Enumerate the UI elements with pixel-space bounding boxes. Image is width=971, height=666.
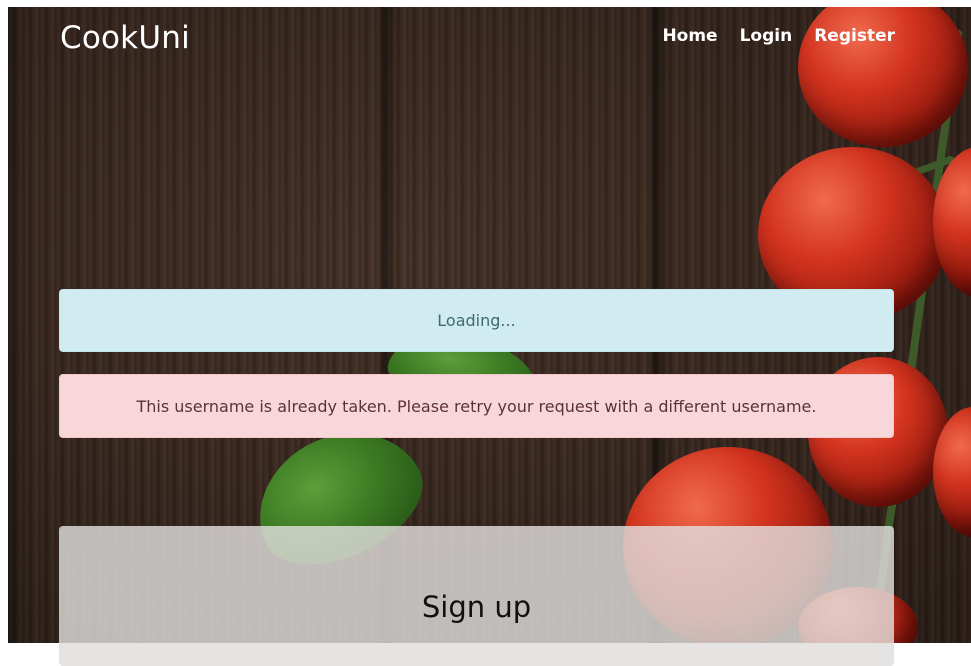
signup-card: Sign up [59, 526, 894, 666]
loading-alert: Loading... [59, 289, 894, 352]
loading-alert-text: Loading... [437, 311, 516, 330]
nav-register-link[interactable]: Register [814, 26, 895, 46]
main-nav: Home Login Register [662, 26, 895, 46]
error-alert-text: This username is already taken. Please r… [136, 396, 817, 416]
error-alert[interactable]: This username is already taken. Please r… [59, 374, 894, 438]
nav-home-link[interactable]: Home [662, 26, 717, 46]
signup-title: Sign up [421, 590, 532, 624]
nav-login-link[interactable]: Login [740, 26, 793, 46]
brand-logo[interactable]: CookUni [60, 20, 190, 56]
